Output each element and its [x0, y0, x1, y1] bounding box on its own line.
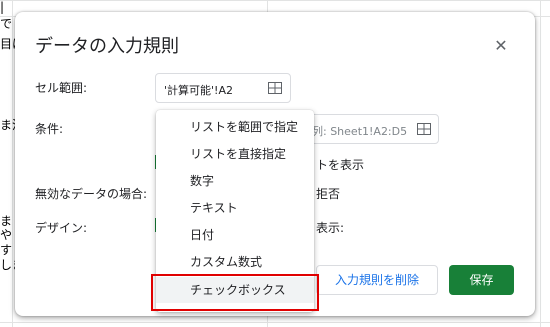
design-label: デザイン: [35, 221, 88, 235]
reject-input-option: 拒否 [316, 187, 341, 201]
range-label: セル範囲: [35, 81, 88, 95]
delete-rule-button[interactable]: 入力規則を削除 [316, 265, 438, 295]
menu-item-number[interactable]: 数字 [156, 168, 314, 194]
grid-col-line [540, 0, 541, 327]
grid-row-line [0, 322, 550, 323]
criteria-range-input[interactable]: 列: Sheet1!A2:D5 [301, 114, 439, 144]
range-input[interactable]: '計算可能'!A2 [155, 73, 291, 103]
cell-fragment: ま [0, 214, 13, 228]
grid-row-line [0, 0, 550, 1]
menu-item-list-range[interactable]: リストを範囲で指定 [156, 114, 314, 140]
menu-item-date[interactable]: 日付 [156, 222, 314, 248]
close-icon[interactable]: ✕ [489, 34, 513, 58]
range-value: '計算可能'!A2 [164, 84, 233, 97]
cell-fragment: で [0, 17, 13, 31]
cell-fragment: や [0, 228, 13, 242]
grid-select-icon[interactable] [417, 123, 431, 135]
menu-item-text[interactable]: テキスト [156, 195, 314, 221]
display-text: 表示: [316, 221, 345, 235]
save-button[interactable]: 保存 [449, 265, 514, 295]
dialog-title: データの入力規則 [35, 36, 179, 57]
criteria-placeholder: 列: Sheet1!A2:D5 [312, 125, 408, 138]
cell-fragment: | [0, 0, 5, 14]
invalid-data-label: 無効なデータの場合: [35, 187, 148, 201]
criteria-label: 条件: [35, 122, 64, 136]
show-list-text: トを表示 [316, 158, 365, 172]
grid-select-icon[interactable] [268, 82, 282, 94]
annotation-highlight-box [151, 274, 319, 311]
cell-fragment: す [0, 243, 13, 257]
menu-item-list-items[interactable]: リストを直接指定 [156, 141, 314, 167]
data-validation-dialog: データの入力規則 ✕ セル範囲: '計算可能'!A2 条件: 列: Sheet1… [15, 12, 535, 316]
menu-item-custom-formula[interactable]: カスタム数式 [156, 249, 314, 275]
